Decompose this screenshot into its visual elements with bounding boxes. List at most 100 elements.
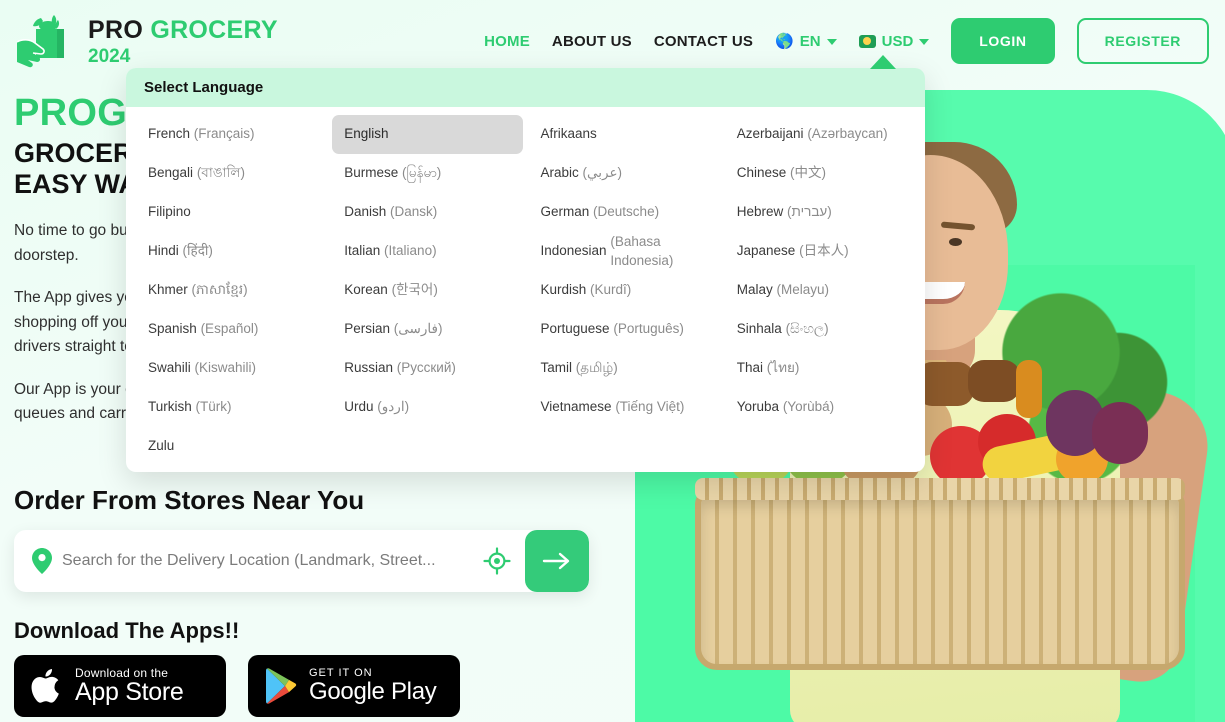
crosshair-gps-icon[interactable] <box>483 547 511 575</box>
language-option-korean[interactable]: Korean (한국어) <box>332 271 522 310</box>
language-option-name: Hebrew <box>736 204 784 220</box>
language-option-indonesian[interactable]: Indonesian (Bahasa Indonesia) <box>529 232 719 271</box>
language-option-azerbaijani[interactable]: Azerbaijani (Azərbaycan) <box>725 115 915 154</box>
language-option-malay[interactable]: Malay (Melayu) <box>725 271 915 310</box>
language-option-hebrew[interactable]: Hebrew (עברית) <box>725 193 915 232</box>
language-option-native: (اردو) <box>377 399 410 415</box>
language-option-name: Thai <box>736 360 764 376</box>
language-option-burmese[interactable]: Burmese (မြန်မာ) <box>332 154 522 193</box>
language-option-filipino[interactable]: Filipino <box>136 193 326 232</box>
language-option-name: English <box>344 126 389 142</box>
logo-grocery: GROCERY <box>150 16 278 44</box>
currency-selector[interactable]: USD <box>858 32 930 50</box>
language-dropdown-panel: Select Language French (Français) English… <box>126 68 925 472</box>
language-option-turkish[interactable]: Turkish (Türk) <box>136 388 326 427</box>
language-option-native: (ไทย) <box>766 360 800 376</box>
language-option-native: (Русский) <box>396 360 456 376</box>
eye-right <box>949 238 962 246</box>
language-option-kurdish[interactable]: Kurdish (Kurdî) <box>529 271 719 310</box>
apple-icon <box>31 669 59 703</box>
language-option-native: (عربي) <box>582 165 623 181</box>
chevron-down-icon <box>919 39 930 45</box>
language-option-native: (한국어) <box>391 282 438 298</box>
language-option-name: Afrikaans <box>540 126 597 142</box>
language-option-sinhala[interactable]: Sinhala (සිංහල) <box>725 310 915 349</box>
language-option-urdu[interactable]: Urdu (اردو) <box>332 388 522 427</box>
language-option-name: Malay <box>736 282 773 298</box>
language-option-german[interactable]: German (Deutsche) <box>529 193 719 232</box>
language-option-thai[interactable]: Thai (ไทย) <box>725 349 915 388</box>
language-option-persian[interactable]: Persian (فارسی) <box>332 310 522 349</box>
language-dropdown-title: Select Language <box>126 68 925 107</box>
language-option-name: Burmese <box>344 165 399 181</box>
language-option-english[interactable]: English <box>332 115 523 154</box>
logo[interactable]: PRO GROCERY 2024 <box>14 12 278 70</box>
language-option-bengali[interactable]: Bengali (বাঙালি) <box>136 154 326 193</box>
language-option-spanish[interactable]: Spanish (Español) <box>136 310 326 349</box>
language-option-native: (हिंदी) <box>182 243 213 259</box>
app-store-label: Download on the App Store <box>75 666 184 707</box>
language-option-danish[interactable]: Danish (Dansk) <box>332 193 522 232</box>
order-section-heading: Order From Stores Near You <box>14 485 365 515</box>
language-option-native: (Azərbaycan) <box>807 126 888 142</box>
language-option-tamil[interactable]: Tamil (தமிழ்) <box>529 349 719 388</box>
grocery-basket <box>695 478 1185 670</box>
language-option-name: Bengali <box>148 165 194 181</box>
language-option-name: Vietnamese <box>540 399 612 415</box>
login-button[interactable]: LOGIN <box>951 18 1055 64</box>
language-option-name: French <box>148 126 191 142</box>
language-option-name: German <box>540 204 590 220</box>
language-option-native: (ភាសាខ្មែរ) <box>191 282 248 298</box>
language-option-name: Spanish <box>148 321 197 337</box>
language-option-name: Filipino <box>148 204 191 220</box>
language-option-portuguese[interactable]: Portuguese (Português) <box>529 310 719 349</box>
nav-link-contact-us[interactable]: CONTACT US <box>654 33 753 50</box>
language-option-afrikaans[interactable]: Afrikaans <box>529 115 719 154</box>
language-option-native: (සිංහල) <box>785 321 829 337</box>
language-option-name: Urdu <box>344 399 374 415</box>
currency-selector-value: USD <box>881 32 914 50</box>
location-pin-icon <box>32 548 52 574</box>
language-list: French (Français) English Afrikaans Azerbai… <box>126 107 925 472</box>
language-option-french[interactable]: French (Français) <box>136 115 326 154</box>
language-option-zulu[interactable]: Zulu <box>136 427 326 466</box>
nav-link-about-us[interactable]: ABOUT US <box>552 33 632 50</box>
language-option-name: Hindi <box>148 243 179 259</box>
language-option-native: (日本人) <box>799 243 849 259</box>
search-input[interactable] <box>62 552 469 570</box>
language-option-name: Sinhala <box>736 321 782 337</box>
google-play-icon <box>266 668 297 704</box>
grocery-bag-handshake-icon <box>16 15 64 68</box>
language-option-italian[interactable]: Italian (Italiano) <box>332 232 522 271</box>
language-option-name: Kurdish <box>540 282 587 298</box>
language-option-khmer[interactable]: Khmer (ភាសាខ្មែរ) <box>136 271 326 310</box>
search-submit-button[interactable] <box>525 530 589 592</box>
language-option-vietnamese[interactable]: Vietnamese (Tiếng Việt) <box>529 388 719 427</box>
language-option-native: (中文) <box>790 165 827 181</box>
language-option-swahili[interactable]: Swahili (Kiswahili) <box>136 349 326 388</box>
google-play-button[interactable]: GET IT ON Google Play <box>248 655 460 717</box>
google-play-big-label: Google Play <box>309 678 437 706</box>
language-option-name: Swahili <box>148 360 191 376</box>
language-option-native: (Melayu) <box>776 282 830 298</box>
language-option-yoruba[interactable]: Yoruba (Yorùbá) <box>725 388 915 427</box>
logo-year: 2024 <box>88 46 131 67</box>
language-option-japanese[interactable]: Japanese (日本人) <box>725 232 915 271</box>
language-option-chinese[interactable]: Chinese (中文) <box>725 154 915 193</box>
language-selector-value: EN <box>799 32 821 50</box>
register-button[interactable]: REGISTER <box>1076 18 1209 64</box>
language-selector[interactable]: 🌎 EN <box>775 33 837 50</box>
language-option-name: Danish <box>344 204 387 220</box>
app-store-big-label: App Store <box>75 678 184 707</box>
language-option-native: (မြန်မာ) <box>402 165 442 181</box>
app-store-button[interactable]: Download on the App Store <box>14 655 226 717</box>
language-option-native: (தமிழ்) <box>575 360 618 376</box>
nav-link-home[interactable]: HOME <box>484 33 530 50</box>
dropdown-pointer-triangle <box>870 55 896 69</box>
language-option-native: (فارسی) <box>393 321 443 337</box>
language-option-name: Indonesian <box>540 243 607 259</box>
language-option-hindi[interactable]: Hindi (हिंदी) <box>136 232 326 271</box>
language-option-russian[interactable]: Russian (Русский) <box>332 349 522 388</box>
language-option-arabic[interactable]: Arabic (عربي) <box>529 154 719 193</box>
language-option-native: (Tiếng Việt) <box>615 399 685 415</box>
